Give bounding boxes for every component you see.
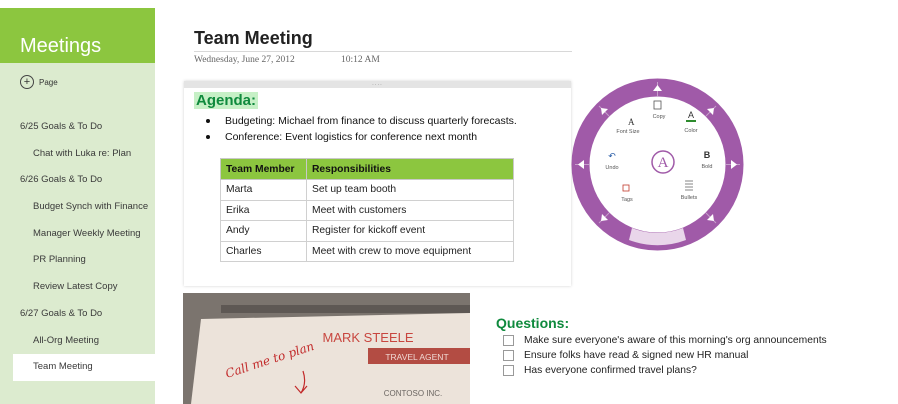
card-company: CONTOSO INC. — [384, 389, 443, 398]
table-cell: Charles — [220, 240, 307, 262]
column-header: Team Member — [220, 158, 307, 180]
table-row: Charles Meet with crew to move equipment — [220, 240, 514, 262]
table-cell: Erika — [220, 199, 307, 221]
color-icon: A — [688, 110, 694, 120]
undo-icon: ↶ — [608, 152, 616, 162]
business-card-photo[interactable]: MARK STEELE TRAVEL AGENT Call me to plan… — [183, 293, 470, 404]
subpage-item[interactable]: Manager Weekly Meeting — [0, 221, 155, 248]
table-cell: Andy — [220, 220, 307, 242]
bullets-label: Bullets — [681, 195, 698, 201]
color-label: Color — [684, 128, 697, 134]
column-header: Responsibilities — [306, 158, 514, 180]
subpage-item[interactable]: All-Org Meeting — [0, 328, 155, 355]
bold-label: Bold — [701, 164, 712, 170]
subpage-item-selected[interactable]: Team Meeting — [13, 354, 155, 381]
table-row: Marta Set up team booth — [220, 179, 514, 201]
responsibilities-table: Team Member Responsibilities Marta Set u… — [220, 158, 514, 262]
table-cell: Register for kickoff event — [306, 220, 514, 242]
questions-heading: Questions: — [496, 315, 570, 331]
photo-shadow — [221, 305, 470, 313]
subpage-item[interactable]: Budget Synch with Finance — [0, 194, 155, 221]
table-cell: Marta — [220, 179, 307, 201]
todo-item: Ensure folks have read & signed new HR m… — [503, 348, 827, 363]
table-row: Erika Meet with customers — [220, 199, 514, 221]
subpage-item[interactable]: Review Latest Copy — [0, 274, 155, 301]
todo-text[interactable]: Has everyone confirmed travel plans? — [524, 365, 697, 376]
todo-checkbox[interactable] — [503, 335, 514, 346]
container-drag-handle[interactable]: .... — [184, 81, 571, 88]
card-name: MARK STEELE — [322, 330, 413, 345]
todo-checkbox[interactable] — [503, 365, 514, 376]
color-swatch — [686, 120, 696, 122]
section-title[interactable]: Meetings — [0, 8, 155, 63]
page-item[interactable]: 6/26 Goals & To Do — [0, 167, 155, 194]
page-list: 6/25 Goals & To Do Chat with Luka re: Pl… — [0, 114, 155, 381]
todo-checkbox[interactable] — [503, 350, 514, 361]
add-page-label: Page — [39, 77, 58, 87]
subpage-item[interactable]: PR Planning — [0, 247, 155, 274]
agenda-heading: Agenda: — [194, 92, 258, 109]
page-navigation-pane: Meetings + Page 6/25 Goals & To Do Chat … — [0, 8, 155, 404]
questions-todo-list: Make sure everyone's aware of this morni… — [503, 333, 827, 378]
font-size-label: Font Size — [616, 129, 639, 135]
undo-label: Undo — [605, 165, 618, 171]
todo-text[interactable]: Ensure folks have read & signed new HR m… — [524, 350, 748, 361]
subpage-item[interactable]: Chat with Luka re: Plan — [0, 141, 155, 168]
todo-text[interactable]: Make sure everyone's aware of this morni… — [524, 335, 827, 346]
agenda-note-container[interactable]: .... Agenda: Budgeting: Michael from fin… — [184, 81, 571, 286]
font-size-icon: A — [628, 117, 635, 127]
radial-context-menu: A Copy A Font Size A Color ↶ Undo B Bold… — [571, 78, 744, 251]
tags-label: Tags — [621, 197, 633, 203]
page-item[interactable]: 6/27 Goals & To Do — [0, 301, 155, 328]
page-title[interactable]: Team Meeting — [194, 28, 313, 49]
page-date: Wednesday, June 27, 2012 — [194, 55, 295, 65]
bold-icon: B — [704, 150, 711, 160]
todo-item: Make sure everyone's aware of this morni… — [503, 333, 827, 348]
todo-item: Has everyone confirmed travel plans? — [503, 363, 827, 378]
page-time: 10:12 AM — [341, 55, 380, 65]
agenda-bullet-list: Budgeting: Michael from finance to discu… — [206, 113, 517, 145]
title-divider — [194, 51, 572, 52]
copy-label: Copy — [653, 114, 666, 120]
table-cell: Set up team booth — [306, 179, 514, 201]
card-role: TRAVEL AGENT — [385, 352, 448, 362]
center-a-icon: A — [658, 155, 669, 171]
table-header-row: Team Member Responsibilities — [220, 158, 514, 180]
table-cell: Meet with crew to move equipment — [306, 240, 514, 262]
onenote-window: Meetings + Page 6/25 Goals & To Do Chat … — [0, 0, 898, 404]
table-row: Andy Register for kickoff event — [220, 220, 514, 242]
table-cell: Meet with customers — [306, 199, 514, 221]
plus-icon: + — [20, 75, 34, 89]
bullet-item: Budgeting: Michael from finance to discu… — [206, 113, 517, 129]
bullet-item: Conference: Event logistics for conferen… — [206, 129, 517, 145]
page-item[interactable]: 6/25 Goals & To Do — [0, 114, 155, 141]
add-page-button[interactable]: + Page — [0, 67, 155, 97]
